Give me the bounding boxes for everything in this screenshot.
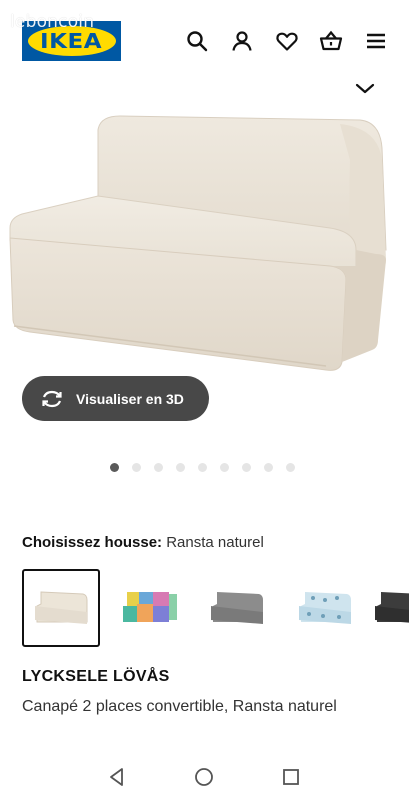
product-image[interactable] <box>0 100 409 390</box>
basket-icon[interactable] <box>318 28 344 54</box>
cover-label-key: Choisissez housse: <box>22 534 163 551</box>
header: leboncoin IKEA <box>0 0 409 80</box>
logo-text: IKEA <box>40 29 103 53</box>
cover-selector-label: Choisissez housse: Ransta naturel <box>22 534 264 551</box>
gallery-dot[interactable] <box>242 463 251 472</box>
rotate-3d-icon <box>42 390 62 407</box>
chevron-down-icon[interactable] <box>353 78 377 98</box>
view-3d-button[interactable]: Visualiser en 3D <box>22 376 209 421</box>
heart-icon[interactable] <box>274 28 300 54</box>
swatch-grey[interactable] <box>198 569 276 647</box>
menu-icon[interactable] <box>363 28 389 54</box>
gallery-dot[interactable] <box>154 463 163 472</box>
user-icon[interactable] <box>229 28 255 54</box>
gallery-dot[interactable] <box>132 463 141 472</box>
swatch-dark-grey[interactable] <box>362 569 409 647</box>
gallery-dot[interactable] <box>110 463 119 472</box>
back-icon[interactable] <box>106 766 128 788</box>
product-name: LYCKSELE LÖVÅS <box>22 668 170 685</box>
search-icon[interactable] <box>184 28 210 54</box>
watermark: leboncoin <box>10 12 95 32</box>
gallery-dot[interactable] <box>198 463 207 472</box>
swatch-light-blue-pattern[interactable] <box>286 569 364 647</box>
gallery-pagination <box>110 463 308 472</box>
home-icon[interactable] <box>193 766 215 788</box>
swatch-beige[interactable] <box>22 569 100 647</box>
gallery-dot[interactable] <box>176 463 185 472</box>
view-3d-label: Visualiser en 3D <box>76 390 184 407</box>
android-navigation-bar <box>0 752 409 800</box>
cover-swatches <box>22 569 409 647</box>
gallery-dot[interactable] <box>286 463 295 472</box>
gallery-dot[interactable] <box>264 463 273 472</box>
cover-label-value: Ransta naturel <box>166 534 264 551</box>
swatch-multicolor[interactable] <box>110 569 188 647</box>
gallery-dot[interactable] <box>220 463 229 472</box>
product-description: Canapé 2 places convertible, Ransta natu… <box>22 698 337 715</box>
recents-icon[interactable] <box>280 766 302 788</box>
